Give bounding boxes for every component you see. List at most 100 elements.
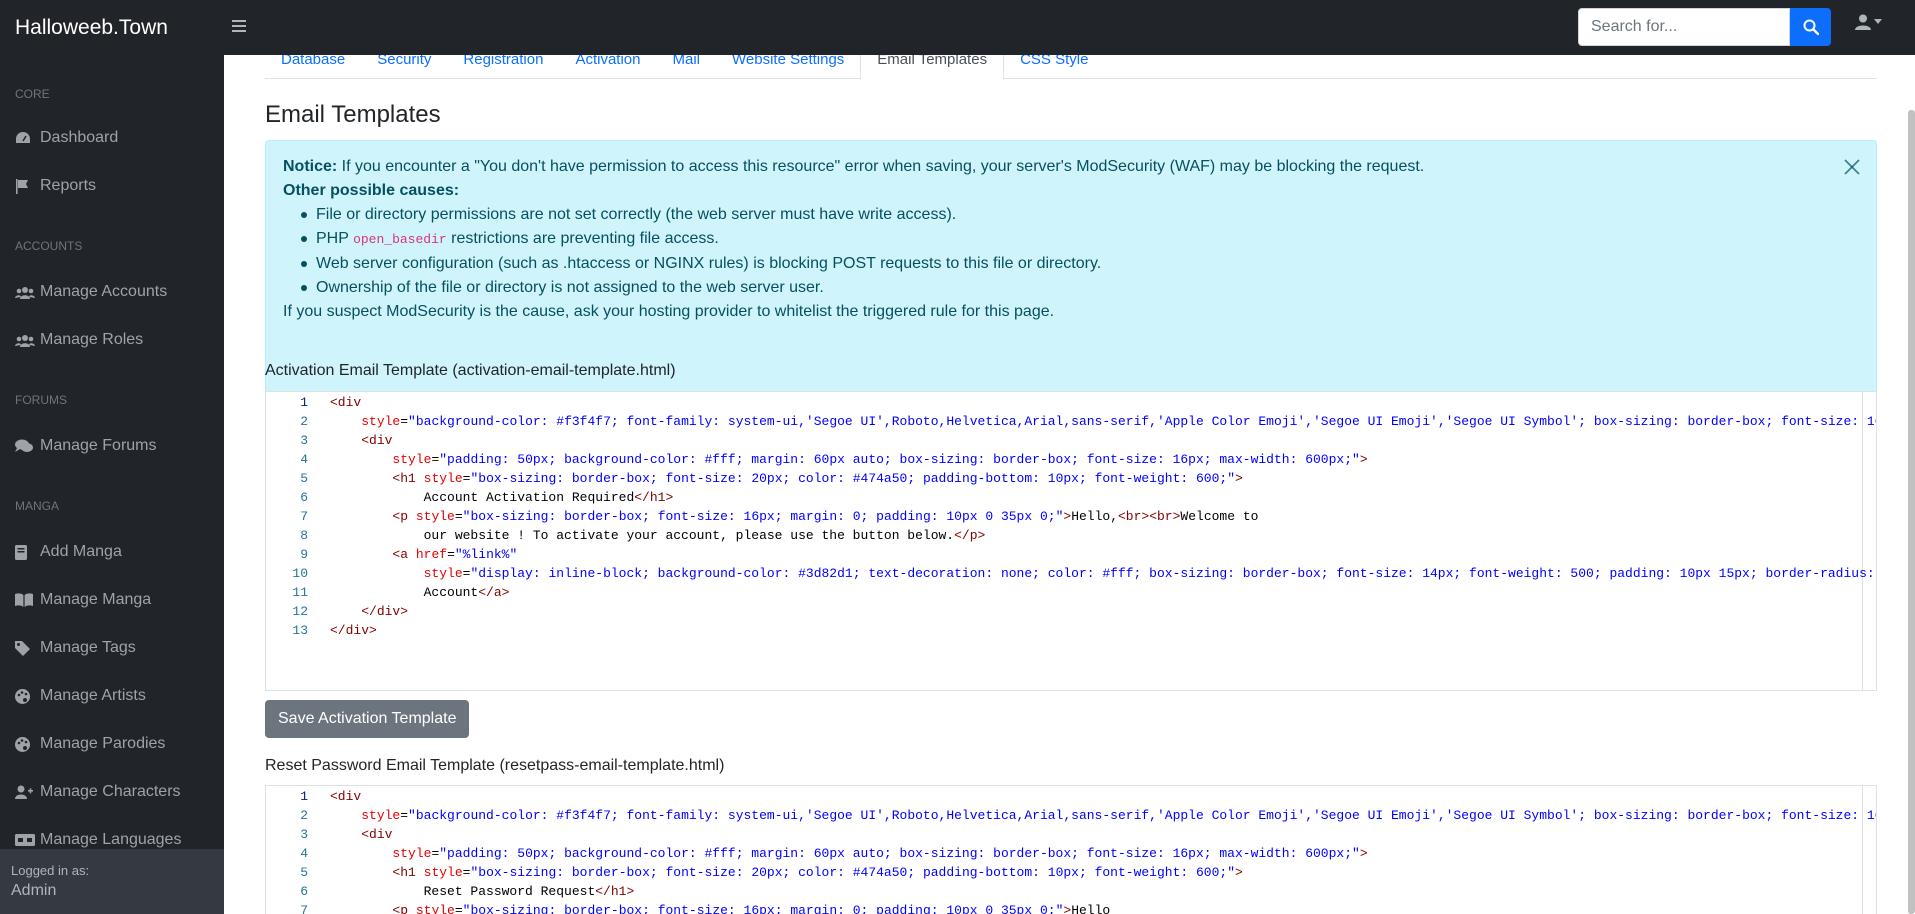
save-activation-template-button[interactable]: Save Activation Template	[265, 700, 470, 738]
code-line[interactable]: 1 <div	[266, 787, 1866, 806]
sidebar-item-manage-parodies[interactable]: Manage Parodies	[0, 724, 224, 764]
line-number: 7	[300, 509, 308, 524]
top-navbar: Halloweeb.Town	[0, 0, 1915, 55]
code-text: Account</a>	[330, 585, 510, 600]
code-line[interactable]: 12 </div>	[266, 602, 1866, 621]
caret-down-icon	[1874, 19, 1882, 24]
code-line[interactable]: 6 Account Activation Required</h1>	[266, 488, 1866, 507]
tab-security[interactable]: Security	[361, 55, 447, 79]
tab-registration[interactable]: Registration	[447, 55, 559, 79]
code-text: <p style="box-sizing: border-box; font-s…	[392, 903, 1111, 914]
code-text: <div	[330, 789, 362, 804]
code-line[interactable]: 4 style="padding: 50px; background-color…	[266, 450, 1866, 469]
sidebar-footer: Logged in as: Admin	[0, 849, 224, 914]
code-line[interactable]: 7 <p style="box-sizing: border-box; font…	[266, 901, 1866, 914]
code-line[interactable]: 9 <a href="%link%"	[266, 545, 1866, 564]
code-text: <div	[330, 395, 362, 410]
code-text: style="padding: 50px; background-color: …	[392, 452, 1368, 467]
line-number: 3	[300, 827, 308, 842]
line-number: 9	[300, 547, 308, 562]
code-line[interactable]: 1 <div	[266, 393, 1866, 412]
code-line[interactable]: 3 <div	[266, 431, 1866, 450]
sidebar-item-reports[interactable]: Reports	[0, 166, 224, 206]
tab-email-templates[interactable]: Email Templates	[860, 55, 1005, 80]
search-button[interactable]	[1790, 8, 1831, 46]
code-text: <h1 style="box-sizing: border-box; font-…	[392, 471, 1243, 486]
code-line[interactable]: 2 style="background-color: #f3f4f7; font…	[266, 412, 1876, 431]
sidebar-item-manage-accounts[interactable]: Manage Accounts	[0, 272, 224, 312]
sidebar-item-manage-roles[interactable]: Manage Roles	[0, 320, 224, 360]
sidebar-item-label: Reports	[40, 177, 97, 194]
tab-mail[interactable]: Mail	[657, 55, 717, 79]
tag-icon	[15, 640, 37, 656]
gauge-icon	[15, 130, 37, 146]
user-plus-icon	[15, 784, 37, 800]
list-item: Ownership of the file or directory is no…	[301, 276, 1859, 300]
code-text: style="padding: 50px; background-color: …	[392, 846, 1368, 861]
code-text: <p style="box-sizing: border-box; font-s…	[392, 509, 1259, 524]
line-number: 6	[300, 884, 308, 899]
line-number: 5	[300, 471, 308, 486]
close-icon[interactable]	[1840, 155, 1864, 179]
code-text: style="background-color: #f3f4f7; font-f…	[361, 414, 1877, 429]
settings-tabs: Database Security Registration Activatio…	[265, 55, 1877, 80]
code-text: </div>	[361, 604, 409, 619]
code-text: <h1 style="box-sizing: border-box; font-…	[392, 865, 1243, 880]
sidebar-item-manage-tags[interactable]: Manage Tags	[0, 628, 224, 668]
sidebar-item-manage-forums[interactable]: Manage Forums	[0, 426, 224, 466]
sidebar-item-label: Manage Manga	[40, 591, 152, 608]
code-line[interactable]: 10 style="display: inline-block; backgro…	[266, 564, 1874, 583]
list-item: Web server configuration (such as .htacc…	[301, 252, 1859, 276]
tab-website-settings[interactable]: Website Settings	[716, 55, 860, 79]
code-line[interactable]: 7 <p style="box-sizing: border-box; font…	[266, 507, 1866, 526]
code-line[interactable]: 3 <div	[266, 825, 1866, 844]
sidebar-item-manage-manga[interactable]: Manage Manga	[0, 580, 224, 620]
sidebar-item-dashboard[interactable]: Dashboard	[0, 118, 224, 158]
code-text: our website ! To activate your account, …	[330, 528, 986, 543]
language-icon	[15, 832, 37, 848]
palette-icon	[15, 688, 37, 704]
flag-icon	[15, 178, 37, 194]
sidebar-item-label: Manage Forums	[40, 437, 157, 454]
sidebar-item-label: Manage Artists	[40, 687, 146, 704]
users-icon	[15, 284, 37, 300]
notice-footer: If you suspect ModSecurity is the cause,…	[283, 303, 1055, 320]
code-open-basedir: open_basedir	[353, 232, 447, 247]
sidebar-item-manage-characters[interactable]: Manage Characters	[0, 772, 224, 812]
code-line[interactable]: 4 style="padding: 50px; background-color…	[266, 844, 1866, 863]
code-line[interactable]: 6 Reset Password Request</h1>	[266, 882, 1866, 901]
logged-in-user: Admin	[11, 882, 57, 899]
sidebar-toggle-icon[interactable]	[232, 16, 262, 39]
tab-css-style[interactable]: CSS Style	[1004, 55, 1104, 79]
line-number: 3	[300, 433, 308, 448]
reset-template-editor[interactable]: 1 <div 2 style="background-color: #f3f4f7;…	[265, 785, 1877, 914]
code-line[interactable]: 11 Account</a>	[266, 583, 1866, 602]
sidebar-item-label: Manage Tags	[40, 639, 136, 656]
users-icon	[15, 332, 37, 348]
line-number: 13	[292, 623, 308, 638]
sidebar-item-label: Dashboard	[40, 129, 119, 146]
tab-activation[interactable]: Activation	[559, 55, 656, 79]
code-line[interactable]: 8 our website ! To activate your account…	[266, 526, 1866, 545]
tab-database[interactable]: Database	[265, 55, 361, 79]
code-line[interactable]: 5 <h1 style="box-sizing: border-box; fon…	[266, 469, 1866, 488]
sidebar-heading-forums: Forums	[15, 393, 67, 407]
code-line[interactable]: 13 </div>	[266, 621, 1866, 640]
code-line[interactable]: 5 <h1 style="box-sizing: border-box; fon…	[266, 863, 1866, 882]
page-scrollbar[interactable]	[1908, 110, 1915, 914]
causes-label: Other possible causes:	[283, 182, 460, 199]
book-icon	[15, 544, 37, 560]
search-form	[1578, 8, 1831, 46]
search-input[interactable]	[1578, 8, 1790, 46]
user-icon	[1855, 14, 1871, 30]
notice-line: Notice: If you encounter a "You don't ha…	[283, 155, 1859, 179]
page-title: Email Templates	[265, 101, 441, 128]
user-menu-dropdown[interactable]	[1855, 14, 1882, 30]
brand-logo[interactable]: Halloweeb.Town	[0, 16, 224, 40]
sidebar-item-manage-artists[interactable]: Manage Artists	[0, 676, 224, 716]
code-text: Account Activation Required</h1>	[330, 490, 674, 505]
activation-template-editor[interactable]: 1 <div 2 style="background-color: #f3f4f7;…	[265, 391, 1877, 691]
sidebar-item-add-manga[interactable]: Add Manga	[0, 532, 224, 572]
code-line[interactable]: 2 style="background-color: #f3f4f7; font…	[266, 806, 1876, 825]
line-number: 8	[300, 528, 308, 543]
